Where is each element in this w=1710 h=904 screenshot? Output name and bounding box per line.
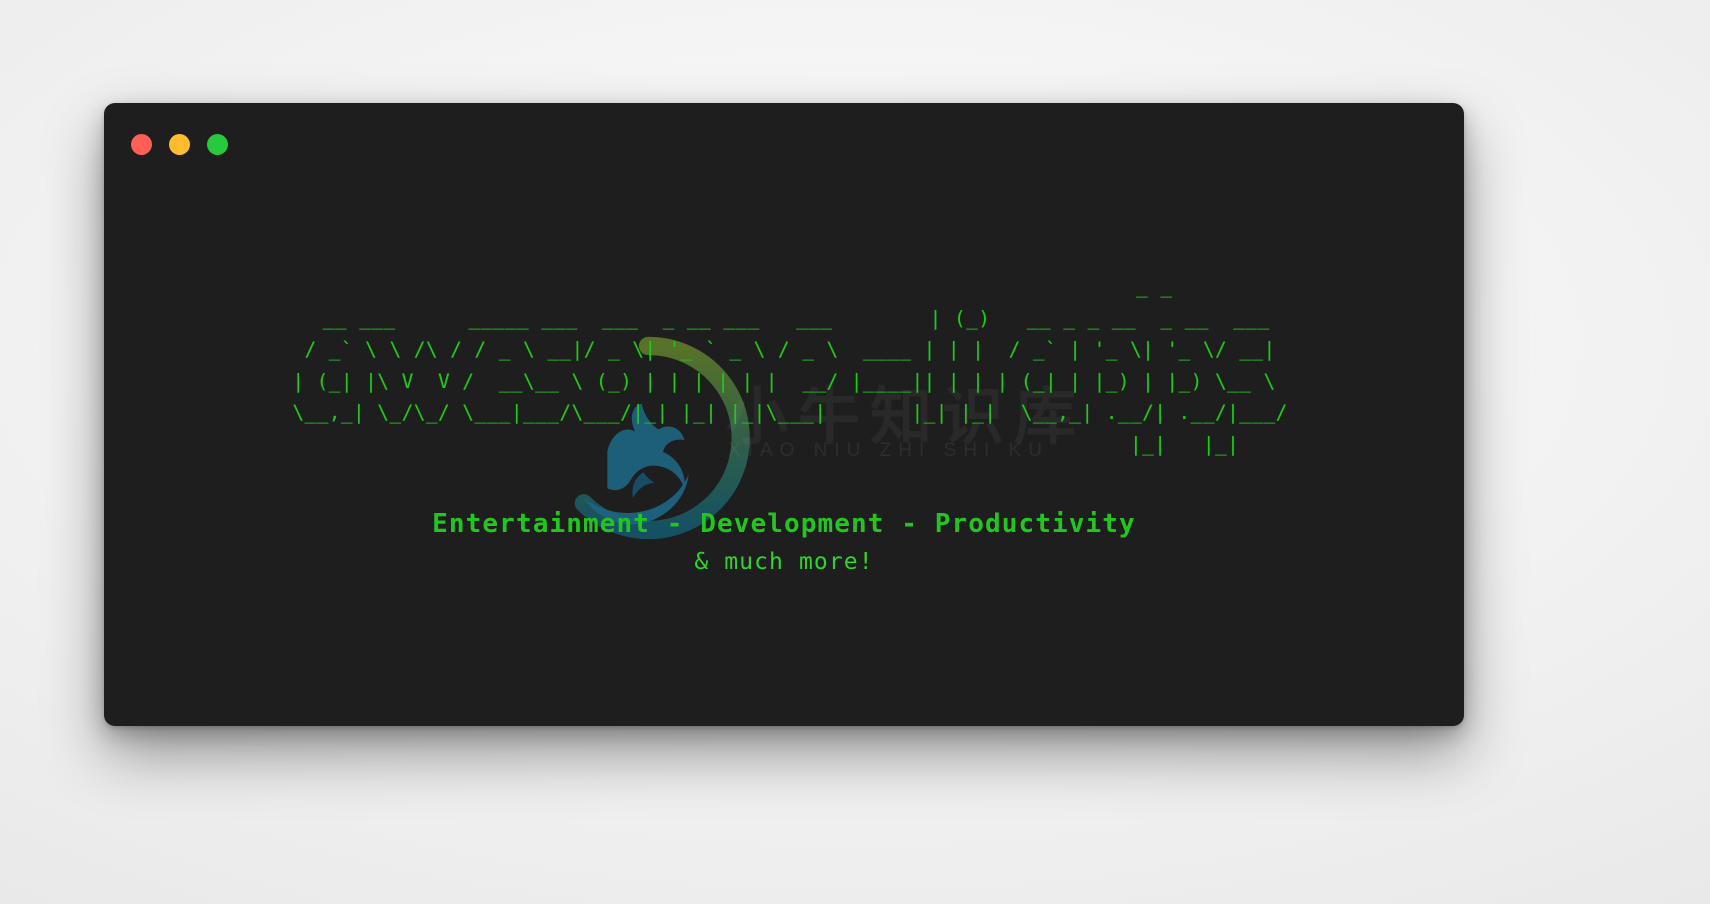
terminal-content: _ _ __ ___ _____ ___ ___ _ __ ___ ___ | … (104, 103, 1464, 726)
tagline-primary: Entertainment - Development - Productivi… (432, 509, 1136, 539)
terminal-window[interactable]: 小牛知识库 XIAO NIU ZHI SHI KU _ _ __ ___ ___… (104, 103, 1464, 726)
ascii-art-banner: _ _ __ ___ _____ ___ ___ _ __ ___ ___ | … (292, 275, 1288, 456)
tagline-secondary: & much more! (694, 549, 874, 575)
